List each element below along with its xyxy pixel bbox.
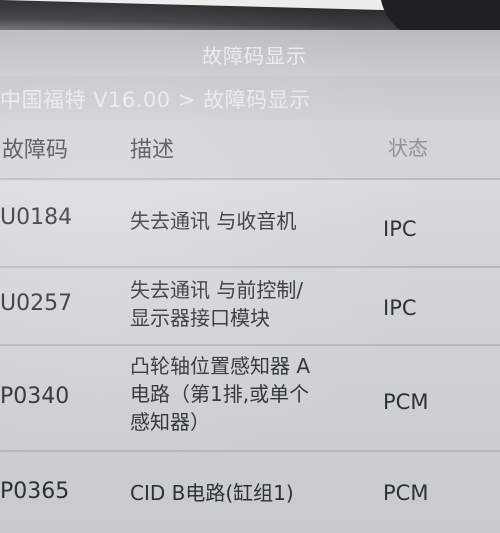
column-header-status: 状态 bbox=[388, 136, 428, 160]
fault-description-line: 凸轮轴位置感知器 A bbox=[130, 354, 311, 378]
fault-module: IPC bbox=[383, 217, 417, 241]
diagnostic-screen: 故障码显示 中国福特 V16.00 > 故障码显示 故障码 描述 状态 U018… bbox=[0, 0, 500, 533]
fault-code: U0257 bbox=[0, 291, 73, 316]
fault-description-line: 失去通讯 与收音机 bbox=[130, 209, 297, 233]
fault-description-line: CID B电路(缸组1) bbox=[130, 481, 294, 505]
fault-code: P0340 bbox=[0, 384, 70, 409]
fault-description-line: 显示器接口模块 bbox=[130, 306, 270, 330]
fault-module: PCM bbox=[383, 390, 429, 414]
fault-module: PCM bbox=[383, 481, 429, 505]
breadcrumb[interactable]: 中国福特 V16.00 > 故障码显示 bbox=[0, 84, 311, 114]
fault-description: 失去通讯 与收音机 bbox=[130, 207, 296, 235]
fault-code: P0365 bbox=[0, 479, 70, 504]
fault-module: IPC bbox=[383, 296, 417, 320]
fault-description: 失去通讯 与前控制/ 显示器接口模块 bbox=[130, 276, 303, 332]
fault-description-line: 电路（第1排,或单个 bbox=[130, 382, 310, 406]
page-title: 故障码显示 bbox=[202, 44, 307, 68]
fault-description: 凸轮轴位置感知器 A 电路（第1排,或单个 感知器） bbox=[130, 352, 310, 436]
fault-code: U0184 bbox=[0, 205, 73, 230]
fault-description-line: 失去通讯 与前控制/ bbox=[130, 278, 304, 302]
column-header-code: 故障码 bbox=[2, 138, 69, 163]
fault-description-line: 感知器） bbox=[130, 410, 210, 434]
column-header-description: 描述 bbox=[130, 138, 175, 163]
fault-description: CID B电路(缸组1) bbox=[130, 479, 294, 507]
